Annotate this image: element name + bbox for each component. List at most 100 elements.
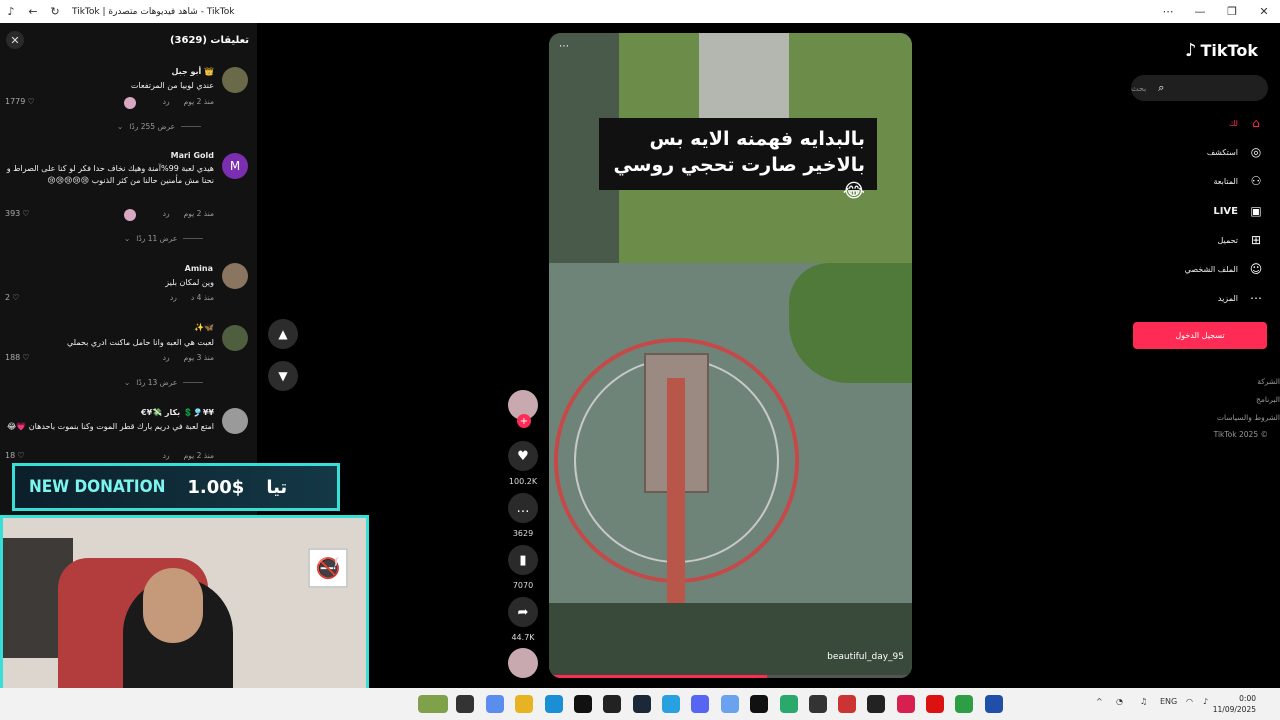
- video-progress-bar[interactable]: [549, 675, 912, 678]
- chrome-icon[interactable]: [662, 695, 680, 713]
- comment-like-count: 188: [5, 353, 21, 362]
- view-replies-button[interactable]: ⌄ عرض 13 ردًا: [124, 378, 204, 387]
- comment-username[interactable]: €¥💸 بكار 💲🎐¥¥: [141, 408, 214, 417]
- wifi-icon[interactable]: ◠: [1186, 697, 1193, 706]
- video-player[interactable]: بالبدايه فهمنه الايه بس بالاخير صارت تحج…: [549, 33, 912, 678]
- footer-terms-link[interactable]: الشروط والسياسات: [1217, 413, 1280, 422]
- share-icon[interactable]: ➦: [508, 597, 538, 627]
- tray-overflow-icon[interactable]: ^: [1096, 697, 1103, 706]
- menu-more-icon[interactable]: ⋯: [1152, 0, 1184, 23]
- app-icon[interactable]: [780, 695, 798, 713]
- creator-liked-avatar: [124, 97, 136, 109]
- bookmark-icon[interactable]: ▮: [508, 545, 538, 575]
- restore-button[interactable]: ❐: [1216, 0, 1248, 23]
- app-icon[interactable]: [838, 695, 856, 713]
- comment-username[interactable]: Mari Gold: [171, 151, 214, 160]
- donation-alert: NEW DONATION 1.00$ تيا: [12, 463, 340, 511]
- creator-avatar-button[interactable]: +: [507, 390, 539, 428]
- search-input[interactable]: ⌕ بحث: [1131, 75, 1268, 101]
- refresh-icon[interactable]: ↻: [44, 0, 66, 23]
- save-button[interactable]: ▮ 7070: [507, 545, 539, 590]
- reply-button[interactable]: رد: [163, 97, 170, 106]
- volume-icon[interactable]: ♪: [1203, 697, 1208, 706]
- nav-label: LIVE: [1213, 205, 1238, 217]
- close-window-button[interactable]: ✕: [1248, 0, 1280, 23]
- comment-avatar[interactable]: [222, 67, 248, 93]
- next-video-button[interactable]: ▼: [268, 361, 298, 391]
- like-button[interactable]: ♥ 100.2K: [507, 441, 539, 486]
- comment-like-count: 1779: [5, 97, 26, 106]
- share-button[interactable]: ➦ 44.7K: [507, 597, 539, 642]
- nav-for-you[interactable]: ⌂ لك: [1229, 115, 1264, 131]
- reply-button[interactable]: رد: [170, 293, 177, 302]
- file-explorer-icon[interactable]: [515, 695, 533, 713]
- no-smoking-sign-icon: 🚭: [308, 548, 348, 588]
- 4k-app-icon[interactable]: [867, 695, 885, 713]
- opera-icon[interactable]: [926, 695, 944, 713]
- search-icon[interactable]: ⌕: [1158, 81, 1164, 95]
- login-button[interactable]: تسجيل الدخول: [1133, 322, 1267, 349]
- minimize-button[interactable]: —: [1184, 0, 1216, 23]
- task-view-icon[interactable]: [456, 695, 474, 713]
- comment-avatar[interactable]: [222, 263, 248, 289]
- epic-games-alt-icon[interactable]: [603, 695, 621, 713]
- comment-meta: منذ 2 يوم رد: [163, 97, 214, 106]
- xbox-icon[interactable]: [955, 695, 973, 713]
- reply-button[interactable]: رد: [163, 353, 170, 362]
- copilot-icon[interactable]: [486, 695, 504, 713]
- tiktok-studio-icon[interactable]: [897, 695, 915, 713]
- nav-upload[interactable]: ⊞ تحميل: [1218, 232, 1265, 248]
- back-icon[interactable]: ←: [22, 0, 44, 23]
- music-disc-icon[interactable]: [508, 648, 538, 678]
- discord-icon[interactable]: [691, 695, 709, 713]
- comment-avatar[interactable]: M: [222, 153, 248, 179]
- creator-avatar[interactable]: +: [508, 390, 538, 428]
- nav-explore[interactable]: ◎ استكشف: [1207, 144, 1264, 160]
- follow-plus-icon[interactable]: +: [517, 414, 531, 428]
- security-icon[interactable]: [985, 695, 1003, 713]
- comment-avatar[interactable]: [222, 325, 248, 351]
- microphone-icon[interactable]: ♫: [1140, 697, 1147, 706]
- comment-like-button[interactable]: 393 ♡: [5, 209, 29, 218]
- footer-company-link[interactable]: الشركة: [1257, 377, 1280, 386]
- obs-icon[interactable]: [809, 695, 827, 713]
- view-replies-button[interactable]: ⌄ عرض 11 ردًا: [124, 234, 204, 243]
- footer-program-link[interactable]: البرنامج: [1256, 395, 1280, 404]
- video-more-button[interactable]: ⋯: [559, 41, 569, 52]
- taskbar-clock[interactable]: 0:00 11/09/2025: [1213, 693, 1256, 715]
- nav-profile[interactable]: ☺ الملف الشخصي: [1185, 261, 1264, 277]
- comment-icon[interactable]: …: [508, 493, 538, 523]
- tiktok-taskbar-icon[interactable]: [750, 695, 768, 713]
- widgets-icon[interactable]: [418, 695, 448, 713]
- steam-icon[interactable]: [633, 695, 651, 713]
- comment-button[interactable]: … 3629: [507, 493, 539, 538]
- music-disc-button[interactable]: [507, 648, 539, 678]
- video-author-handle[interactable]: beautiful_day_95: [827, 652, 904, 662]
- close-comments-button[interactable]: ✕: [6, 31, 24, 49]
- comment-username[interactable]: Amina: [185, 264, 213, 273]
- epic-games-icon[interactable]: [574, 695, 592, 713]
- donation-name: تيا: [266, 476, 288, 498]
- comment-like-button[interactable]: 188 ♡: [5, 353, 29, 362]
- nav-following[interactable]: ⚇ المتابعة: [1213, 173, 1264, 189]
- reply-button[interactable]: رد: [163, 451, 170, 460]
- tiktok-logo[interactable]: ♪ TikTok: [1185, 40, 1258, 61]
- footer-copyright: © 2025 TikTok: [1213, 430, 1268, 439]
- comment-time: منذ 2 يوم: [183, 209, 214, 218]
- language-indicator[interactable]: ENG: [1160, 697, 1177, 706]
- comment-avatar[interactable]: [222, 408, 248, 434]
- comment-like-button[interactable]: 2 ♡: [5, 293, 19, 302]
- reply-button[interactable]: رد: [163, 209, 170, 218]
- comment-username[interactable]: أبو جبل 👑: [172, 67, 214, 76]
- nav-more[interactable]: ⋯ المزيد: [1218, 290, 1264, 306]
- network-icon[interactable]: ◔: [1116, 697, 1123, 706]
- comment-like-button[interactable]: 18 ♡: [5, 451, 24, 460]
- comment-username[interactable]: ✨🦋: [194, 323, 214, 332]
- app-icon[interactable]: [721, 695, 739, 713]
- heart-icon[interactable]: ♥: [508, 441, 538, 471]
- comment-like-button[interactable]: 1779 ♡: [5, 97, 35, 106]
- edge-icon[interactable]: [545, 695, 563, 713]
- previous-video-button[interactable]: ▲: [268, 319, 298, 349]
- view-replies-button[interactable]: ⌄ عرض 255 ردًا: [117, 122, 202, 131]
- nav-live[interactable]: ▣ LIVE: [1213, 203, 1264, 219]
